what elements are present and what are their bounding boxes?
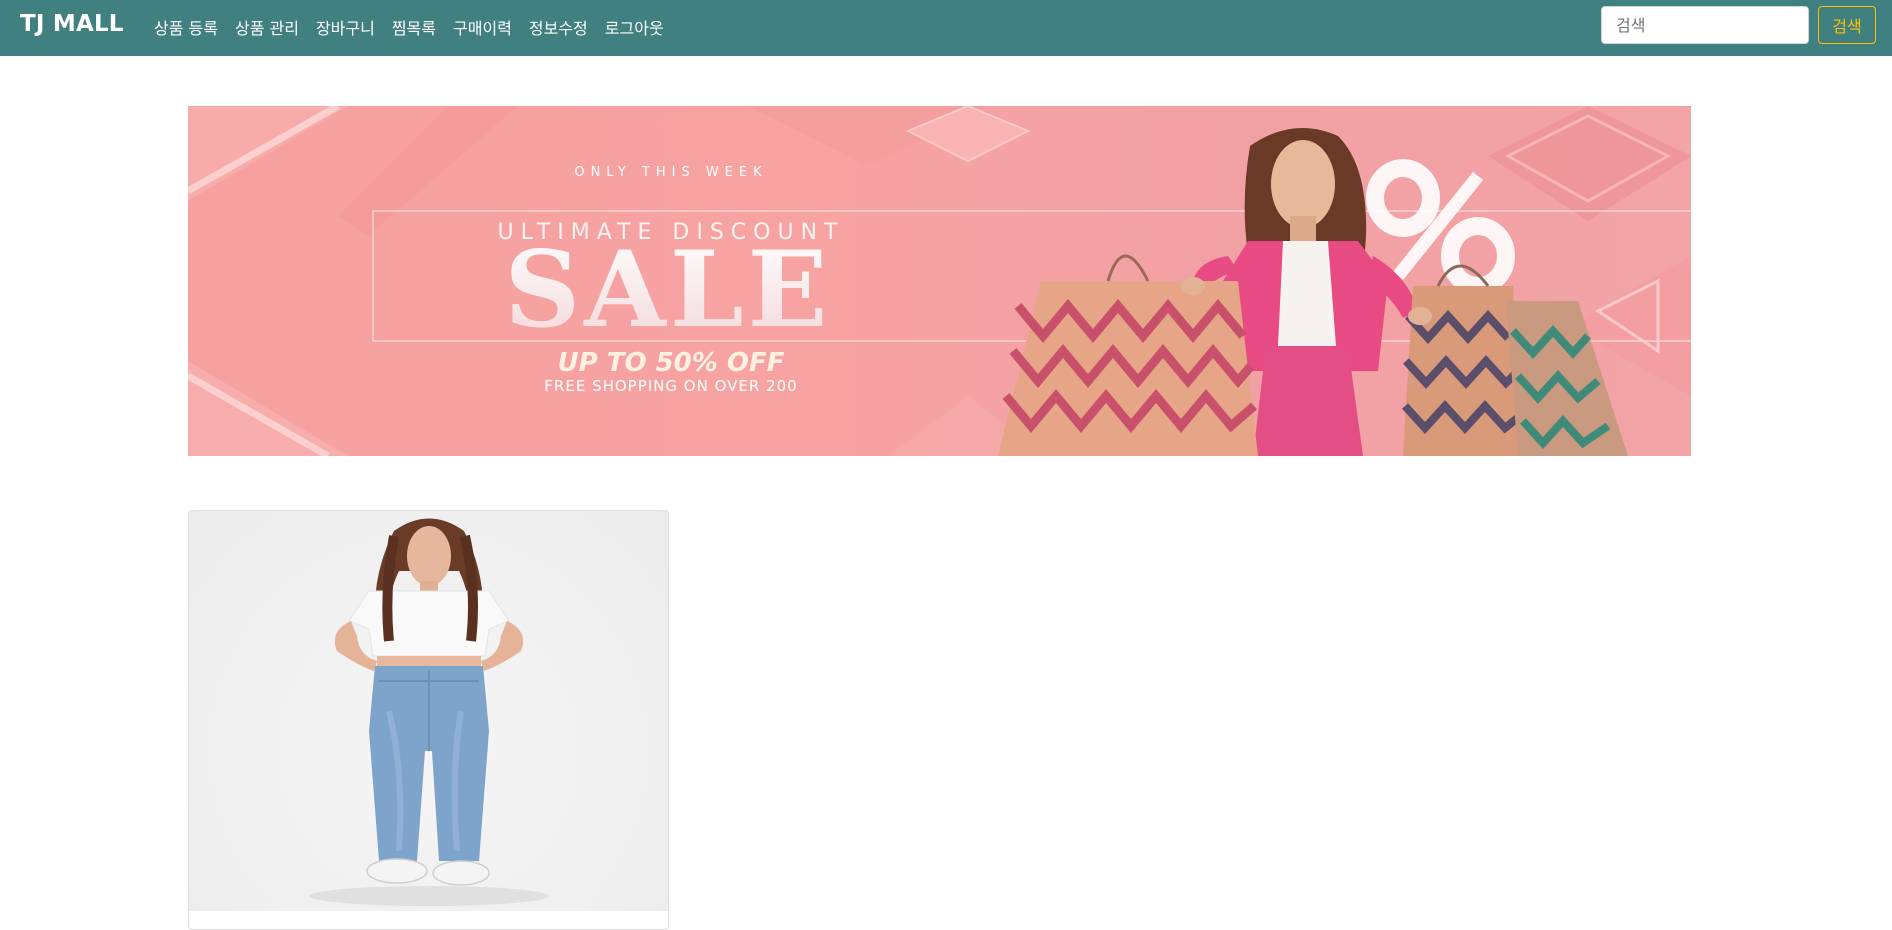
banner-offer: UP TO 50% OFF xyxy=(557,348,784,378)
product-card[interactable] xyxy=(188,510,669,930)
navbar: TJ MALL 상품 등록 상품 관리 장바구니 찜목록 구매이력 정보수정 로… xyxy=(0,0,1892,56)
percent-graphic xyxy=(1366,159,1515,295)
product-photo xyxy=(309,518,549,906)
banner-shipping-note: FREE SHOPPING ON OVER 200 xyxy=(544,377,797,395)
nav-link-product-register[interactable]: 상품 등록 xyxy=(154,15,218,39)
search-form: 검색 xyxy=(1601,6,1876,44)
nav-link-logout[interactable]: 로그아웃 xyxy=(605,15,664,39)
search-button[interactable]: 검색 xyxy=(1818,6,1876,44)
nav-link-cart[interactable]: 장바구니 xyxy=(316,15,375,39)
product-image[interactable] xyxy=(189,511,668,911)
banner-headline: SALE xyxy=(504,227,831,351)
nav-link-edit-profile[interactable]: 정보수정 xyxy=(529,15,588,39)
banner-artwork: ONLY THIS WEEK ULTIMATE DISCOUNT SALE UP… xyxy=(188,106,1691,456)
brand-logo[interactable]: TJ MALL xyxy=(20,11,124,37)
nav-link-product-manage[interactable]: 상품 관리 xyxy=(235,15,299,39)
nav-menu: 상품 등록 상품 관리 장바구니 찜목록 구매이력 정보수정 로그아웃 xyxy=(154,15,681,39)
banner-eyebrow: ONLY THIS WEEK xyxy=(574,165,767,180)
search-input[interactable] xyxy=(1601,6,1809,44)
sale-banner[interactable]: ONLY THIS WEEK ULTIMATE DISCOUNT SALE UP… xyxy=(188,106,1691,456)
nav-link-wishlist[interactable]: 찜목록 xyxy=(392,15,436,39)
nav-link-purchase-history[interactable]: 구매이력 xyxy=(453,15,512,39)
